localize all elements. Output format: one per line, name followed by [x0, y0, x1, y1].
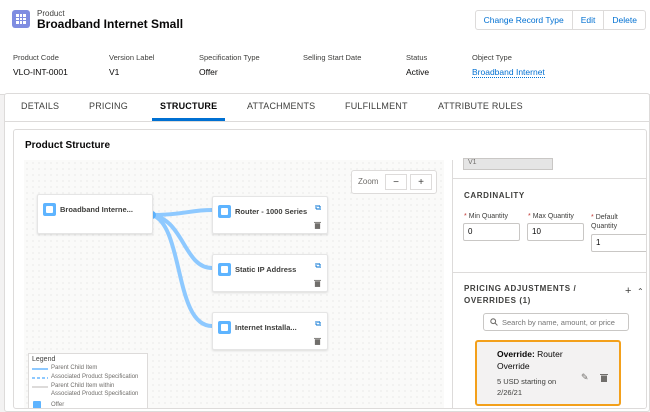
child-node[interactable]: Static IP Address ⧉ — [212, 254, 328, 292]
child-node[interactable]: Router - 1000 Series ⧉ — [212, 196, 328, 234]
legend-item: Offer — [51, 402, 65, 408]
min-quantity-input[interactable]: 0 — [463, 223, 520, 241]
tab-fulfillment[interactable]: FULFILLMENT — [345, 101, 408, 111]
zoom-control: Zoom − + — [351, 170, 437, 194]
record-name: Broadband Internet Small — [37, 17, 184, 31]
product-spec-icon — [218, 321, 231, 334]
connector-installation — [151, 213, 213, 328]
child-node[interactable]: Internet Installa... ⧉ — [212, 312, 328, 350]
open-external-icon[interactable]: ⧉ — [315, 261, 321, 271]
legend-title: Legend — [32, 356, 56, 363]
override-title: Override: Router Override — [497, 349, 563, 371]
version-field: V1 — [463, 158, 553, 170]
chevron-up-icon[interactable]: ⌃ — [637, 287, 644, 296]
pricing-adjustments-title: PRICING ADJUSTMENTS / OVERRIDES (1) — [464, 284, 577, 305]
object-type-link[interactable]: Broadband Internet — [472, 67, 545, 78]
field-status: Status Active — [406, 53, 430, 77]
product-object-icon — [12, 10, 30, 28]
root-node-label: Broadband Interne... — [60, 205, 133, 214]
legend-swatch-solid — [32, 368, 48, 370]
min-quantity-label: * Min Quantity — [464, 213, 508, 220]
field-specification-type: Specification Type Offer — [199, 53, 260, 77]
tab-pricing[interactable]: PRICING — [89, 101, 128, 111]
root-node[interactable]: Broadband Interne... — [37, 194, 153, 234]
tab-attachments[interactable]: ATTACHMENTS — [247, 101, 315, 111]
trash-icon[interactable] — [314, 221, 321, 229]
legend-item: Associated Product Specification — [51, 391, 139, 397]
cardinality-title: CARDINALITY — [464, 191, 525, 200]
trash-icon[interactable] — [600, 373, 608, 382]
field-object-type: Object Type Broadband Internet — [472, 53, 545, 78]
override-card[interactable]: Override: Router Override 5 USD starting… — [475, 340, 621, 406]
legend-swatch-dashed — [32, 377, 48, 379]
field-product-code: Product Code VLO-INT-0001 — [13, 53, 68, 77]
child-node-label: Static IP Address — [235, 265, 297, 274]
edit-button[interactable]: Edit — [572, 10, 605, 30]
zoom-label: Zoom — [358, 177, 379, 186]
offer-icon — [33, 401, 41, 408]
zoom-in-button[interactable]: + — [410, 174, 432, 190]
delete-button[interactable]: Delete — [604, 10, 646, 30]
zoom-out-button[interactable]: − — [385, 174, 407, 190]
field-selling-start-date: Selling Start Date — [303, 53, 362, 62]
tabset-card: DETAILS PRICING STRUCTURE ATTACHMENTS FU… — [4, 93, 650, 412]
change-record-type-button[interactable]: Change Record Type — [474, 10, 573, 30]
product-spec-icon — [218, 263, 231, 276]
search-icon — [490, 318, 498, 326]
node-detail-panel: V1 CARDINALITY * Min Quantity 0 * Max Qu… — [452, 158, 646, 408]
legend-item: Parent Child Item — [51, 365, 98, 371]
max-quantity-label: * Max Quantity — [528, 213, 574, 220]
tab-bar: DETAILS PRICING STRUCTURE ATTACHMENTS FU… — [5, 94, 649, 122]
highlights-panel: Product Code VLO-INT-0001 Version Label … — [13, 53, 650, 83]
override-subtitle: 5 USD starting on 2/26/21 — [497, 377, 557, 397]
open-external-icon[interactable]: ⧉ — [315, 203, 321, 213]
tab-details[interactable]: DETAILS — [21, 101, 59, 111]
structure-canvas[interactable]: Zoom − + Broadband Interne... Router - 1… — [24, 160, 444, 408]
max-quantity-input[interactable]: 10 — [527, 223, 584, 241]
record-header: Product Broadband Internet Small Change … — [0, 0, 650, 95]
active-tab-indicator — [152, 118, 225, 121]
trash-icon[interactable] — [314, 337, 321, 345]
product-structure-panel: Product Structure Zoom − + Broadband Int… — [13, 129, 647, 409]
product-spec-icon — [218, 205, 231, 218]
legend-swatch-light — [32, 386, 48, 388]
tab-structure[interactable]: STRUCTURE — [160, 101, 217, 111]
open-external-icon[interactable]: ⧉ — [315, 319, 321, 329]
pricing-search — [483, 313, 629, 331]
legend-item: Parent Child Item within — [51, 383, 115, 389]
child-node-label: Router - 1000 Series — [235, 207, 308, 216]
add-icon[interactable]: + — [625, 285, 631, 297]
product-structure-title: Product Structure — [25, 140, 111, 151]
tab-attribute-rules[interactable]: ATTRIBUTE RULES — [438, 101, 523, 111]
record-actions: Change Record Type Edit Delete — [474, 10, 646, 30]
child-node-label: Internet Installa... — [235, 323, 297, 332]
legend-item: Associated Product Specification — [51, 374, 139, 380]
pencil-icon[interactable]: ✎ — [581, 372, 589, 383]
pricing-search-input[interactable] — [502, 316, 626, 328]
trash-icon[interactable] — [314, 279, 321, 287]
product-spec-icon — [43, 203, 56, 216]
legend: Legend Parent Child Item Associated Prod… — [28, 353, 148, 408]
connector-router — [151, 208, 213, 217]
field-version-label: Version Label V1 — [109, 53, 155, 77]
default-quantity-label: * Default Quantity — [591, 214, 618, 230]
default-quantity-input[interactable]: 1 — [591, 234, 646, 252]
